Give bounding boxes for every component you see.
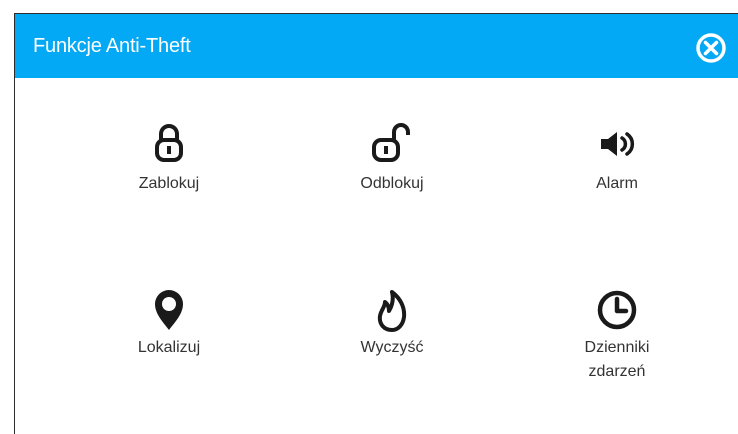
unlock-icon (302, 122, 482, 166)
location-pin-icon (79, 286, 259, 330)
locate-label: Lokalizuj (137, 339, 201, 356)
event-logs-action[interactable]: Dzienniki zdarzeń (527, 286, 707, 384)
lock-action[interactable]: Zablokuj (79, 122, 259, 196)
close-circle-icon (696, 33, 726, 63)
wipe-label: Wyczyść (360, 339, 424, 356)
event-logs-label: Dzienniki zdarzeń (584, 339, 650, 380)
close-button[interactable] (694, 31, 728, 65)
dialog-header: Funkcje Anti-Theft (15, 14, 738, 78)
alarm-label: Alarm (596, 175, 638, 192)
alarm-action[interactable]: Alarm (527, 122, 707, 196)
dialog-title: Funkcje Anti-Theft (33, 35, 191, 57)
lock-icon (79, 122, 259, 166)
unlock-action[interactable]: Odblokuj (302, 122, 482, 196)
wipe-action[interactable]: Wyczyść (302, 286, 482, 360)
anti-theft-dialog: Funkcje Anti-Theft Zablokuj Odblokuj Ala… (14, 13, 738, 434)
clock-icon (527, 286, 707, 330)
unlock-label: Odblokuj (360, 175, 424, 192)
fire-icon (302, 286, 482, 332)
speaker-icon (527, 122, 707, 166)
locate-action[interactable]: Lokalizuj (79, 286, 259, 360)
lock-label: Zablokuj (138, 175, 200, 192)
